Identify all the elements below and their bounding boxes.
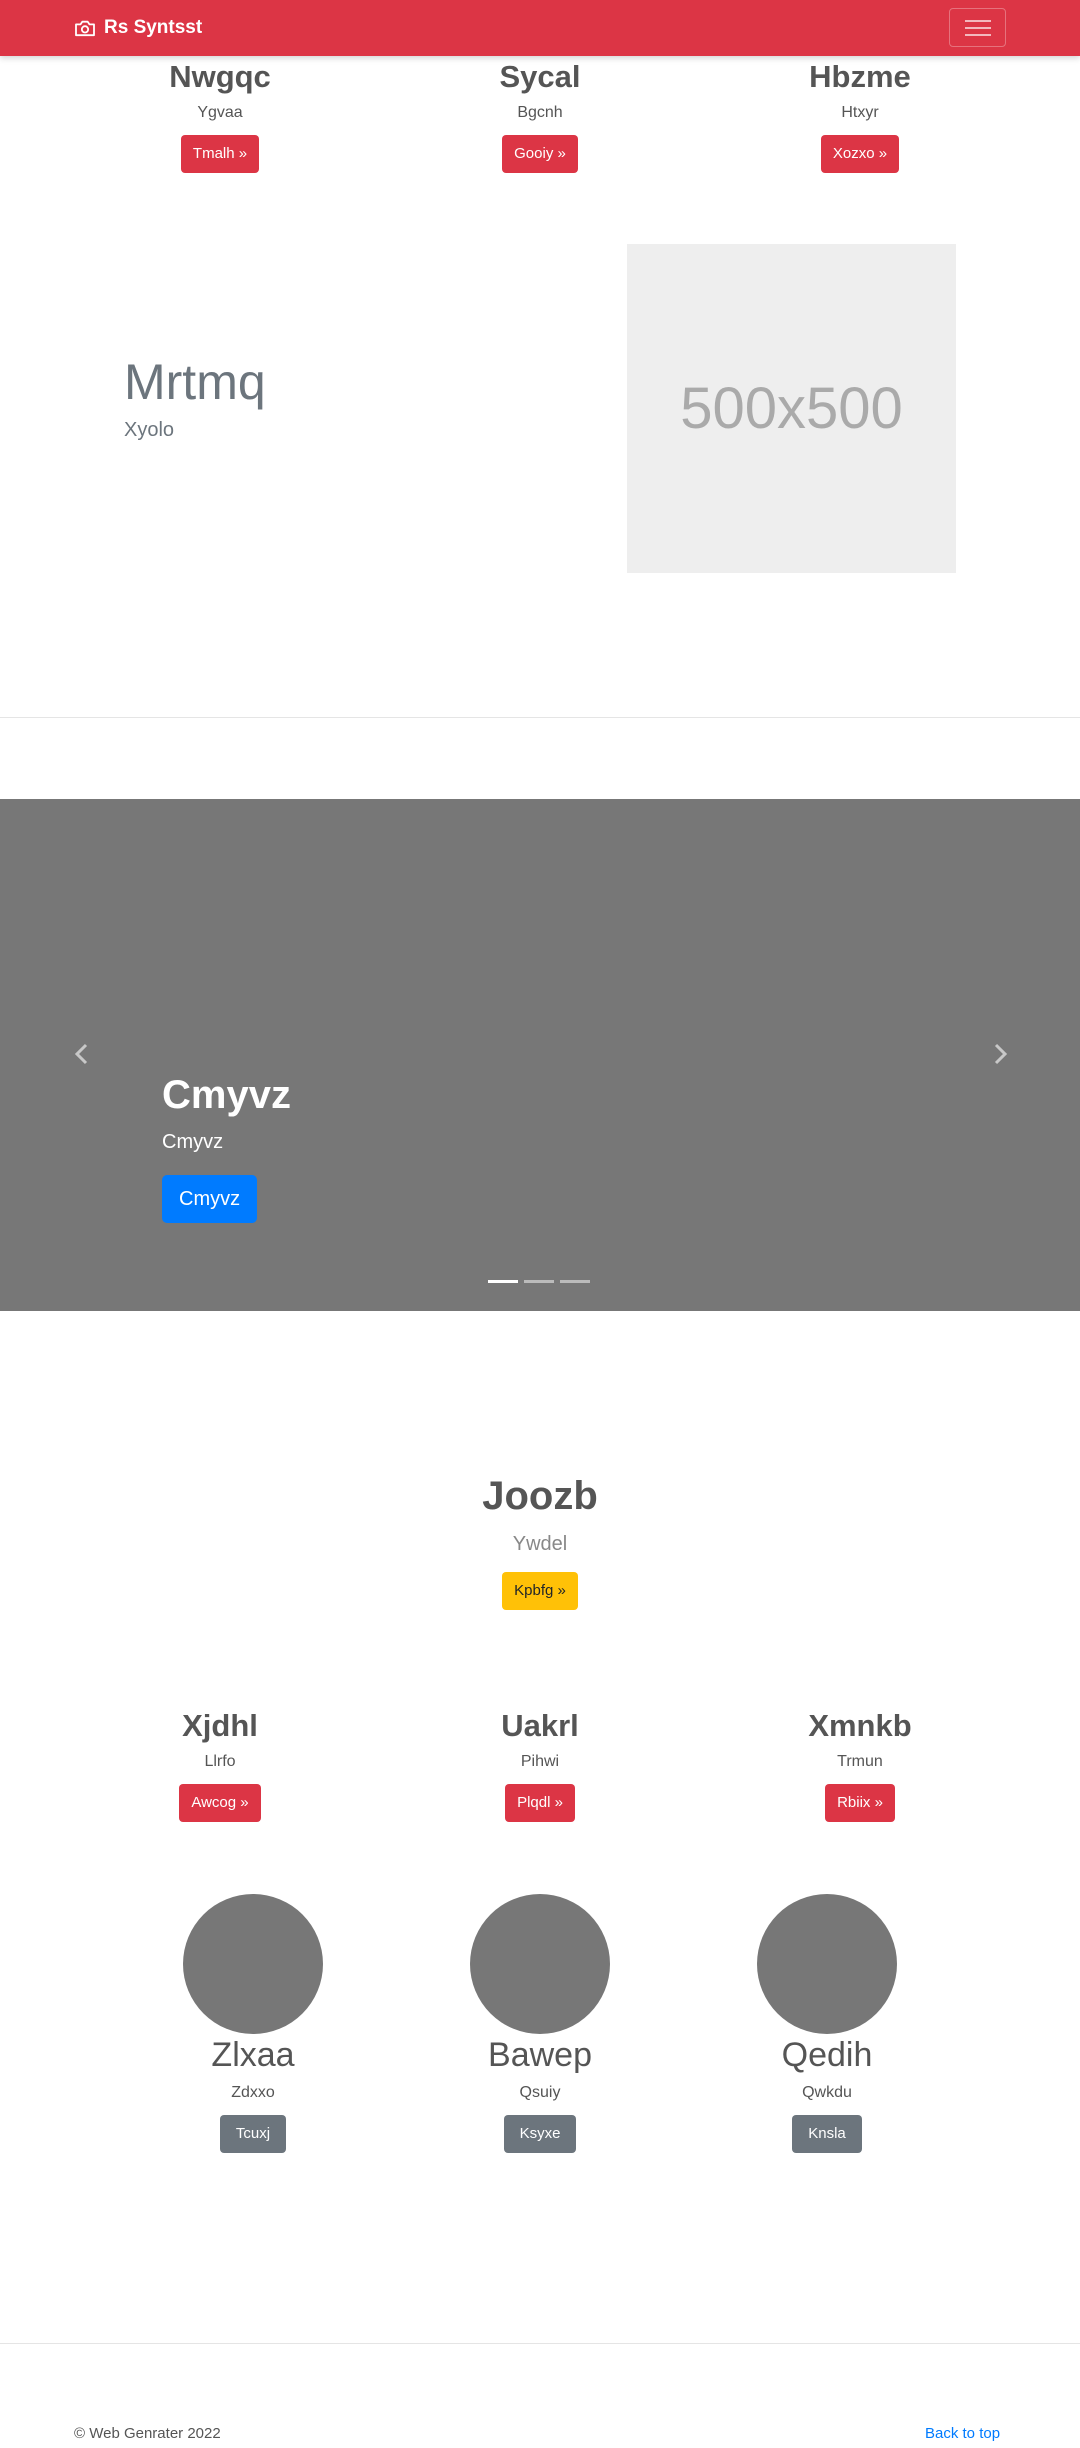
column-button[interactable]: Rbiix » [825, 1784, 895, 1822]
column-title: Bawep [488, 2036, 592, 2074]
column-title: Sycal [499, 59, 581, 94]
column-button[interactable]: Awcog » [179, 1784, 261, 1822]
carousel: Cmyvz Cmyvz Cmyvz [0, 799, 1080, 1311]
column-title: Qedih [781, 2036, 873, 2074]
divider [0, 717, 1080, 718]
camera-icon [75, 20, 95, 37]
navbar: Rs Syntsst [0, 0, 1080, 56]
chevron-right-icon[interactable] [985, 1039, 1015, 1069]
hero-title: Joozb [482, 1474, 598, 1518]
column-button[interactable]: Tcuxj [219, 2115, 287, 2153]
avatar-circle [470, 1894, 610, 2034]
column-text: Bgcnh [517, 104, 563, 121]
carousel-caption-text: Cmyvz [162, 1131, 224, 1153]
column-text: Ygvaa [197, 104, 243, 121]
avatar-circle [757, 1894, 897, 2034]
column-title: Uakrl [501, 1708, 579, 1743]
feature-column: Hbzme Htxyr Xozxo » [760, 59, 960, 173]
column-text: Pihwi [520, 1753, 560, 1770]
carousel-indicator[interactable] [560, 1280, 590, 1283]
column-title: Xjdhl [182, 1708, 258, 1743]
column-button[interactable]: Plqdl » [505, 1784, 575, 1822]
column-text: Trmun [837, 1753, 883, 1770]
carousel-indicator[interactable] [488, 1280, 518, 1283]
column-title: Hbzme [809, 59, 911, 94]
carousel-caption-title: Cmyvz [162, 1073, 291, 1117]
featurette-heading: Mrtmq [124, 354, 266, 410]
column-button[interactable]: Xozxo » [820, 135, 900, 173]
circle-column: Zlxaa Zdxxo Tcuxj [153, 2035, 353, 2153]
column-title: Nwgqc [169, 59, 271, 94]
navbar-brand[interactable]: Rs Syntsst [74, 14, 202, 42]
column-title: Xmnkb [808, 1708, 912, 1743]
column-text: Qsuiy [519, 2084, 561, 2101]
feature-column: Nwgqc Ygvaa Tmalh » [120, 59, 320, 173]
chevron-left-icon[interactable] [67, 1039, 97, 1069]
hamburger-icon [965, 20, 991, 22]
column-text: Htxyr [841, 104, 879, 121]
navbar-toggler-button[interactable] [949, 8, 1006, 47]
circle-column: Qedih Qwkdu Knsla [727, 2035, 927, 2153]
carousel-caption-button[interactable]: Cmyvz [162, 1175, 258, 1223]
placeholder-label: 500x500 [680, 376, 903, 441]
divider [0, 2343, 1080, 2344]
hero-text: Ywdel [512, 1533, 568, 1555]
column-text: Zdxxo [231, 2084, 275, 2101]
column-button[interactable]: Gooiy » [502, 135, 578, 173]
featurette-subheading: Xyolo [124, 419, 175, 441]
avatar-circle [183, 1894, 323, 2034]
carousel-indicators [488, 1280, 590, 1283]
placeholder-image: 500x500 [627, 244, 956, 573]
feature-column: Xmnkb Trmun Rbiix » [760, 1708, 960, 1822]
feature-column: Sycal Bgcnh Gooiy » [440, 59, 640, 173]
feature-column: Xjdhl Llrfo Awcog » [120, 1708, 320, 1822]
hero-section: Joozb Ywdel Kpbfg » [340, 1472, 740, 1610]
column-button[interactable]: Tmalh » [180, 135, 260, 173]
brand-name: Rs Syntsst [104, 17, 203, 38]
footer-copyright: © Web Genrater 2022 [74, 2425, 221, 2442]
circle-column: Bawep Qsuiy Ksyxe [440, 2035, 640, 2153]
column-button[interactable]: Knsla [792, 2115, 862, 2153]
column-button[interactable]: Ksyxe [503, 2115, 577, 2153]
feature-column: Uakrl Pihwi Plqdl » [440, 1708, 640, 1822]
back-to-top-link[interactable]: Back to top [925, 2425, 1000, 2443]
column-text: Llrfo [204, 1753, 236, 1770]
column-text: Qwkdu [802, 2084, 852, 2101]
column-title: Zlxaa [211, 2036, 295, 2074]
carousel-indicator[interactable] [524, 1280, 554, 1283]
hero-button[interactable]: Kpbfg » [502, 1572, 578, 1610]
